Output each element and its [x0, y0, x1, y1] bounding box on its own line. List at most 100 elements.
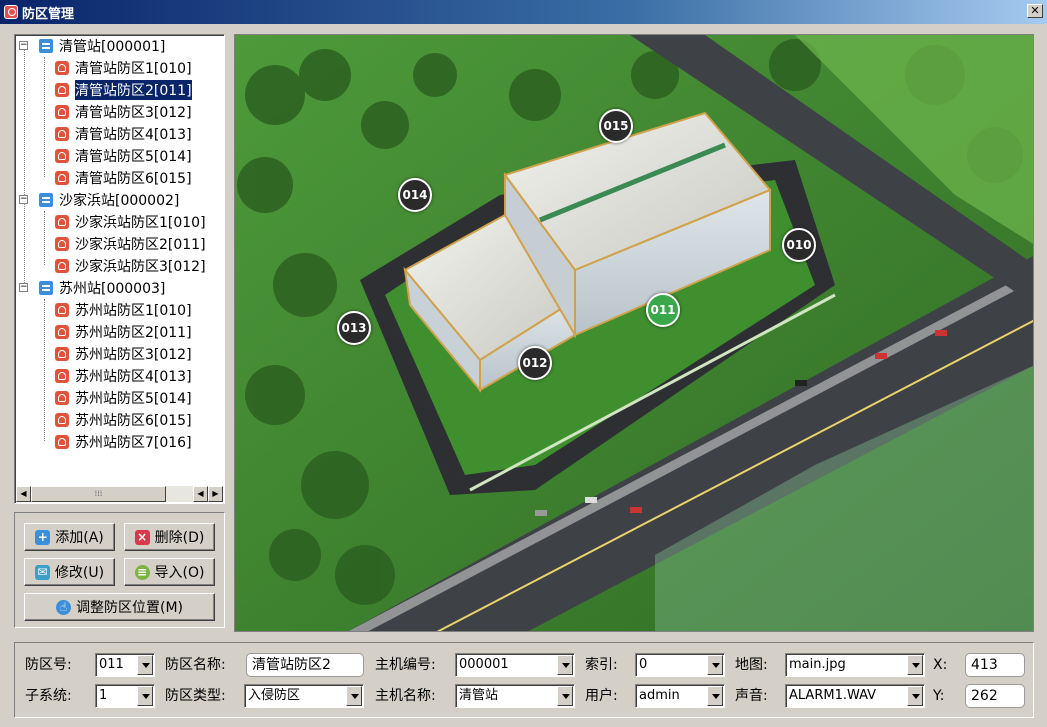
- tree-node-zone[interactable]: 沙家浜站防区1[010]: [55, 211, 206, 233]
- zone-marker-011[interactable]: 011: [646, 293, 680, 327]
- zone-icon: [55, 105, 69, 119]
- zone-icon: [55, 303, 69, 317]
- zone-tree[interactable]: − 清管站[000001] 清管站防区1[010] 清管站防区2[011] 清管…: [14, 34, 225, 504]
- chevron-down-icon[interactable]: [707, 686, 723, 706]
- close-button[interactable]: ✕: [1027, 4, 1043, 18]
- zone-icon: [55, 149, 69, 163]
- x-input[interactable]: 413: [965, 653, 1025, 677]
- zone-marker-015[interactable]: 015: [599, 109, 633, 143]
- y-input[interactable]: 262: [965, 684, 1025, 708]
- tree-node-zone[interactable]: 清管站防区3[012]: [55, 101, 192, 123]
- tree-node-zone[interactable]: 苏州站防区5[014]: [55, 387, 192, 409]
- tree-node-zone[interactable]: 清管站防区6[015]: [55, 167, 192, 189]
- tree-node-zone[interactable]: 苏州站防区4[013]: [55, 365, 192, 387]
- tree-node-zone[interactable]: 苏州站防区7[016]: [55, 431, 192, 453]
- tree-node-zone-selected[interactable]: 清管站防区2[011]: [55, 79, 193, 101]
- chevron-down-icon[interactable]: [707, 655, 723, 675]
- zone-type-value: 入侵防区: [248, 688, 301, 703]
- index-select[interactable]: 0: [635, 653, 725, 677]
- tree-node-label: 苏州站防区6[015]: [75, 413, 192, 429]
- tree-node-label: 清管站防区6[015]: [75, 171, 192, 187]
- zone-marker-010[interactable]: 010: [782, 228, 816, 262]
- tree-node-zone[interactable]: 沙家浜站防区2[011]: [55, 233, 206, 255]
- tree-node-zone[interactable]: 苏州站防区3[012]: [55, 343, 192, 365]
- zone-icon: [55, 127, 69, 141]
- tree-node-label: 沙家浜站[000002]: [59, 193, 180, 209]
- collapse-icon[interactable]: −: [19, 195, 28, 204]
- zone-icon: [55, 237, 69, 251]
- zone-name-input[interactable]: 清管站防区2: [246, 653, 364, 677]
- chevron-down-icon[interactable]: [137, 655, 153, 675]
- site-map[interactable]: 015 014 010 011 013 012: [234, 34, 1034, 632]
- tree-node-label: 苏州站防区4[013]: [75, 369, 192, 385]
- zone-no-label: 防区号:: [25, 657, 72, 673]
- collapse-icon[interactable]: −: [19, 283, 28, 292]
- host-name-label: 主机名称:: [375, 688, 436, 704]
- tree-node-station[interactable]: − 沙家浜站[000002]: [19, 189, 179, 211]
- tree-node-label: 沙家浜站防区2[011]: [75, 237, 206, 253]
- tree-node-zone[interactable]: 苏州站防区1[010]: [55, 299, 192, 321]
- tree-node-label: 苏州站防区7[016]: [75, 435, 192, 451]
- tree-node-zone[interactable]: 沙家浜站防区3[012]: [55, 255, 206, 277]
- map-select[interactable]: main.jpg: [785, 653, 925, 677]
- zone-no-select[interactable]: 011: [95, 653, 155, 677]
- hand-pointer-icon: ☝: [55, 599, 71, 615]
- user-value: admin: [639, 688, 680, 703]
- zone-name-label: 防区名称:: [165, 657, 226, 673]
- tree-node-zone[interactable]: 清管站防区5[014]: [55, 145, 192, 167]
- delete-button[interactable]: × 删除(D): [124, 523, 215, 551]
- window-title: 防区管理: [22, 6, 75, 22]
- adjust-position-button[interactable]: ☝ 调整防区位置(M): [24, 593, 215, 621]
- chevron-down-icon[interactable]: [557, 655, 573, 675]
- chevron-down-icon[interactable]: [907, 686, 923, 706]
- tree-connector: [44, 211, 45, 265]
- zone-type-label: 防区类型:: [165, 688, 226, 704]
- action-button-group: + 添加(A) × 删除(D) ✉ 修改(U) ≡ 导入(O) ☝ 调整防区位置…: [14, 512, 225, 628]
- subsystem-select[interactable]: 1: [95, 684, 155, 708]
- user-select[interactable]: admin: [635, 684, 725, 708]
- zone-marker-013[interactable]: 013: [337, 311, 371, 345]
- tree-node-zone[interactable]: 清管站防区1[010]: [55, 57, 192, 79]
- mail-icon: ✉: [34, 564, 50, 580]
- adjust-position-button-label: 调整防区位置(M): [75, 600, 183, 616]
- host-no-select[interactable]: 000001: [455, 653, 575, 677]
- import-button-label: 导入(O): [154, 565, 205, 581]
- tree-node-zone[interactable]: 清管站防区4[013]: [55, 123, 192, 145]
- chevron-down-icon[interactable]: [557, 686, 573, 706]
- chevron-down-icon[interactable]: [346, 686, 362, 706]
- delete-x-icon: ×: [134, 529, 150, 545]
- zone-type-select[interactable]: 入侵防区: [244, 684, 364, 708]
- sound-select[interactable]: ALARM1.WAV: [785, 684, 925, 708]
- zone-no-value: 011: [99, 657, 124, 672]
- tree-node-station[interactable]: − 苏州站[000003]: [19, 277, 165, 299]
- scroll-left-icon[interactable]: ◀: [16, 486, 31, 502]
- tree-node-label: 沙家浜站防区1[010]: [75, 215, 206, 231]
- add-button[interactable]: + 添加(A): [24, 523, 115, 551]
- collapse-icon[interactable]: −: [19, 41, 28, 50]
- scroll-left-icon[interactable]: ◀: [193, 486, 208, 502]
- tree-node-station[interactable]: − 清管站[000001]: [19, 35, 165, 57]
- modify-button[interactable]: ✉ 修改(U): [24, 558, 115, 586]
- chevron-down-icon[interactable]: [137, 686, 153, 706]
- tree-node-zone[interactable]: 苏州站防区6[015]: [55, 409, 192, 431]
- zone-marker-014[interactable]: 014: [398, 178, 432, 212]
- scroll-right-icon[interactable]: ▶: [208, 486, 223, 502]
- horizontal-scrollbar[interactable]: ◀ ⁞⁞⁞ ◀ ▶: [16, 486, 223, 502]
- zone-marker-012[interactable]: 012: [518, 346, 552, 380]
- index-value: 0: [639, 657, 648, 672]
- import-button[interactable]: ≡ 导入(O): [124, 558, 215, 586]
- zone-icon: [55, 215, 69, 229]
- tree-node-zone[interactable]: 苏州站防区2[011]: [55, 321, 192, 343]
- tree-node-label: 沙家浜站防区3[012]: [75, 259, 206, 275]
- tree-connector: [44, 57, 45, 177]
- tree-node-label: 清管站防区2[011]: [74, 79, 193, 101]
- scroll-thumb[interactable]: ⁞⁞⁞: [31, 486, 166, 502]
- sound-value: ALARM1.WAV: [789, 688, 877, 703]
- sound-label: 声音:: [735, 688, 768, 704]
- zone-detail-form: 防区号: 011 防区名称: 清管站防区2 主机编号: 000001 索引: 0…: [14, 642, 1034, 718]
- host-name-select[interactable]: 清管站: [455, 684, 575, 708]
- chevron-down-icon[interactable]: [907, 655, 923, 675]
- tree-node-label: 清管站防区3[012]: [75, 105, 192, 121]
- zone-icon: [55, 391, 69, 405]
- x-label: X:: [933, 657, 948, 673]
